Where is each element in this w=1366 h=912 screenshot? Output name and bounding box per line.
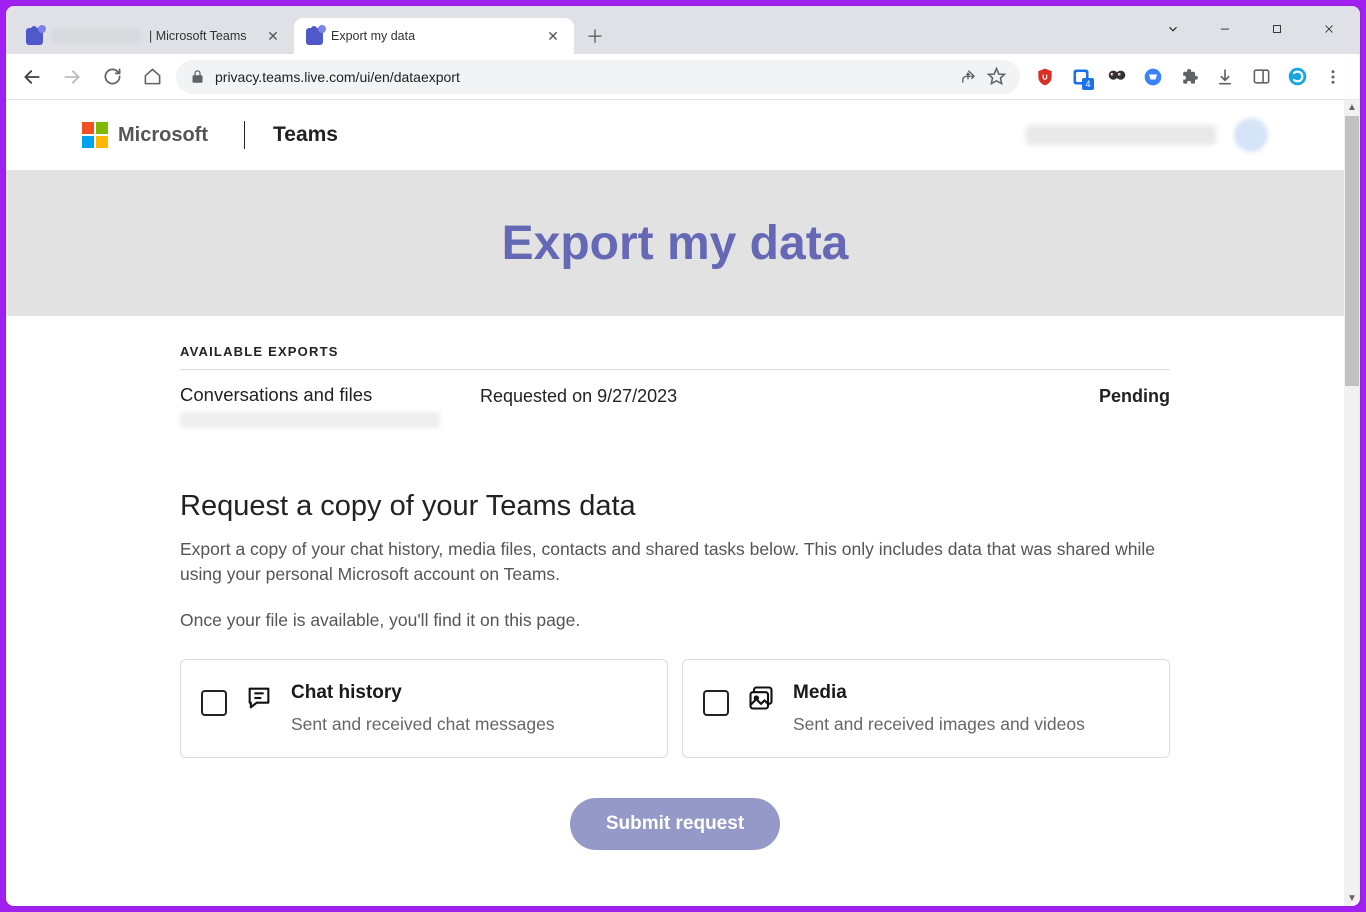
- share-icon[interactable]: [959, 68, 977, 86]
- downloads-icon[interactable]: [1214, 66, 1236, 88]
- reload-button[interactable]: [96, 61, 128, 93]
- extension-icon[interactable]: [1286, 66, 1308, 88]
- section-label: AVAILABLE EXPORTS: [180, 344, 1170, 369]
- extensions-area: [1028, 66, 1350, 88]
- sidepanel-icon[interactable]: [1250, 66, 1272, 88]
- lock-icon: [190, 69, 205, 84]
- forward-button[interactable]: [56, 61, 88, 93]
- maximize-button[interactable]: [1254, 12, 1300, 46]
- ublock-icon[interactable]: [1034, 66, 1056, 88]
- tab-inactive[interactable]: | Microsoft Teams ✕: [14, 18, 294, 54]
- new-tab-button[interactable]: ＋: [580, 21, 610, 51]
- microsoft-logo[interactable]: Microsoft: [82, 122, 208, 148]
- scrollbar[interactable]: ▲ ▼: [1344, 100, 1360, 906]
- export-row: Conversations and files Requested on 9/2…: [180, 370, 1170, 446]
- teams-icon: [26, 28, 43, 45]
- option-desc: Sent and received images and videos: [793, 714, 1085, 735]
- page-title: Export my data: [502, 216, 849, 271]
- star-icon[interactable]: [987, 67, 1006, 86]
- avatar[interactable]: [1234, 118, 1268, 152]
- toolbar: .toolbar > .navbtn:first-child{display:n…: [6, 54, 1360, 100]
- chat-icon: [245, 684, 273, 712]
- option-media[interactable]: Media Sent and received images and video…: [682, 659, 1170, 758]
- browser-window: | Microsoft Teams ✕ Export my data ✕ ＋: [6, 6, 1360, 906]
- address-bar[interactable]: privacy.teams.live.com/ui/en/dataexport: [176, 60, 1020, 94]
- brand-secondary: Teams: [273, 123, 338, 147]
- extensions-puzzle-icon[interactable]: [1178, 66, 1200, 88]
- export-detail-blurred: [180, 412, 440, 428]
- scroll-thumb[interactable]: [1345, 116, 1359, 386]
- tab-strip: | Microsoft Teams ✕ Export my data ✕ ＋: [6, 6, 1360, 54]
- extension-icon[interactable]: [1070, 66, 1092, 88]
- tab-title-blurred: [51, 29, 141, 43]
- microsoft-logo-icon: [82, 122, 108, 148]
- option-title: Media: [793, 682, 1085, 704]
- checkbox[interactable]: [201, 690, 227, 716]
- submit-request-button[interactable]: Submit request: [570, 798, 780, 850]
- page-viewport: Microsoft Teams Export my data AVAILABLE…: [6, 100, 1360, 906]
- scroll-up-arrow[interactable]: ▲: [1345, 100, 1359, 115]
- option-title: Chat history: [291, 682, 555, 704]
- brand-primary: Microsoft: [118, 124, 208, 147]
- export-status: Pending: [1099, 384, 1170, 407]
- checkbox[interactable]: [703, 690, 729, 716]
- tab-title: | Microsoft Teams: [149, 29, 256, 43]
- request-paragraph: Export a copy of your chat history, medi…: [180, 537, 1170, 588]
- option-chat-history[interactable]: Chat history Sent and received chat mess…: [180, 659, 668, 758]
- extension-icon[interactable]: [1106, 66, 1128, 88]
- page-content: Microsoft Teams Export my data AVAILABLE…: [6, 100, 1344, 906]
- tab-title: Export my data: [331, 29, 536, 43]
- close-icon[interactable]: ✕: [544, 27, 562, 45]
- close-button[interactable]: [1306, 12, 1352, 46]
- back-button-real[interactable]: [16, 61, 48, 93]
- user-name-blurred: [1026, 125, 1216, 145]
- tab-active[interactable]: Export my data ✕: [294, 18, 574, 54]
- teams-icon: [306, 28, 323, 45]
- option-desc: Sent and received chat messages: [291, 714, 555, 735]
- media-icon: [747, 684, 775, 712]
- minimize-button[interactable]: [1202, 12, 1248, 46]
- site-header: Microsoft Teams: [6, 100, 1344, 170]
- export-options: Chat history Sent and received chat mess…: [180, 659, 1170, 758]
- export-title: Conversations and files: [180, 384, 460, 406]
- divider: [244, 121, 245, 149]
- close-icon[interactable]: ✕: [264, 27, 282, 45]
- export-requested-date: Requested on 9/27/2023: [480, 384, 1079, 407]
- scroll-down-arrow[interactable]: ▼: [1345, 891, 1359, 906]
- menu-icon[interactable]: [1322, 66, 1344, 88]
- hero-banner: Export my data: [6, 170, 1344, 316]
- chevron-down-icon[interactable]: [1150, 12, 1196, 46]
- extension-icon[interactable]: [1142, 66, 1164, 88]
- url-text: privacy.teams.live.com/ui/en/dataexport: [215, 69, 949, 85]
- request-paragraph: Once your file is available, you'll find…: [180, 610, 1170, 631]
- window-controls: [1150, 12, 1352, 54]
- home-button[interactable]: [136, 61, 168, 93]
- request-heading: Request a copy of your Teams data: [180, 490, 1170, 523]
